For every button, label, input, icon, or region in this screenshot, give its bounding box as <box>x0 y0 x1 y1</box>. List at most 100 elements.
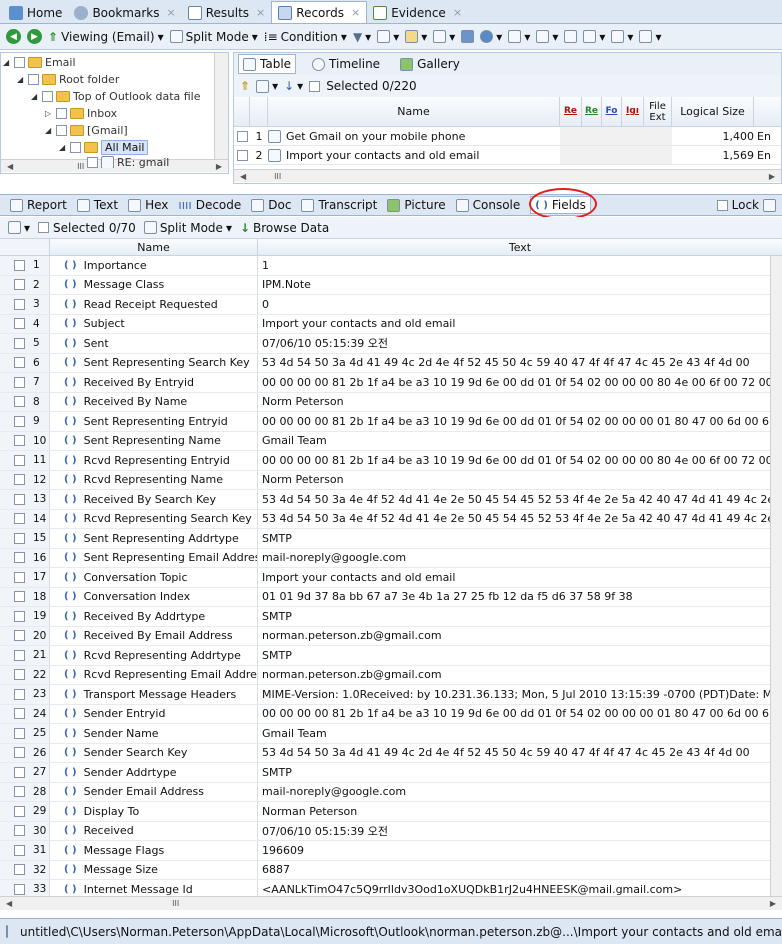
close-icon[interactable]: × <box>256 6 265 19</box>
tree-item-inbox[interactable]: ▷ Inbox <box>1 105 214 122</box>
header-name[interactable]: Name <box>268 97 560 126</box>
row-checkbox[interactable] <box>14 396 25 408</box>
row-checkbox[interactable] <box>14 376 25 388</box>
field-row[interactable]: 14 ( ) Rcvd Representing Search Key 53 4d 5… <box>0 509 770 529</box>
tree-item-email[interactable]: ◢ Email <box>1 54 214 71</box>
row-checkbox[interactable] <box>14 805 25 817</box>
field-row[interactable]: 15 ( ) Sent Representing Addrtype SMTP <box>0 529 770 549</box>
row-checkbox[interactable] <box>14 474 25 486</box>
row-checkbox[interactable] <box>236 149 248 161</box>
tree-button[interactable]: ▾ <box>508 30 530 44</box>
lock-checkbox[interactable] <box>716 199 728 211</box>
export-button[interactable]: ▾ <box>405 30 427 44</box>
header-field-name[interactable]: Name <box>50 239 258 255</box>
select-all-checkbox[interactable] <box>309 80 321 92</box>
sort-button[interactable]: ↓ ▾ <box>284 79 303 93</box>
field-row[interactable]: 22 ( ) Rcvd Representing Email Address norm… <box>0 665 770 685</box>
table-row[interactable]: 2 Import your contacts and old email 1,5… <box>234 146 781 165</box>
tree-item-gmail[interactable]: ◢ [Gmail] <box>1 122 214 139</box>
filter-button[interactable]: ▼ ▾ <box>353 30 371 44</box>
header-field-text[interactable]: Text <box>258 239 782 255</box>
row-checkbox[interactable] <box>14 454 25 466</box>
tab-results[interactable]: Results × <box>182 2 272 23</box>
row-checkbox[interactable] <box>14 649 25 661</box>
row-checkbox[interactable] <box>14 591 25 603</box>
row-checkbox[interactable] <box>236 130 248 142</box>
row-checkbox[interactable] <box>14 513 25 525</box>
row-checkbox[interactable] <box>14 864 25 876</box>
tree-item-top-of-outlook[interactable]: ◢ Top of Outlook data file <box>1 88 214 105</box>
row-checkbox[interactable] <box>14 435 25 447</box>
field-row[interactable]: 8 ( ) Received By Name Norm Peterson <box>0 392 770 412</box>
row-checkbox[interactable] <box>14 688 25 700</box>
tree-checkbox[interactable] <box>87 156 98 168</box>
split-mode-dropdown[interactable]: Split Mode ▾ <box>169 30 258 44</box>
field-row[interactable]: 27 ( ) Sender Addrtype SMTP <box>0 763 770 783</box>
field-row[interactable]: 30 ( ) Received 07/06/10 05:15:39 오전 <box>0 821 770 841</box>
browse-data-button[interactable]: ↓ Browse Data <box>240 221 329 235</box>
chart-button[interactable]: ▾ <box>611 30 633 44</box>
field-row[interactable]: 5 ( ) Sent 07/06/10 05:15:39 오전 <box>0 334 770 354</box>
row-checkbox[interactable] <box>14 571 25 583</box>
field-row[interactable]: 12 ( ) Rcvd Representing Name Norm Peterson <box>0 470 770 490</box>
tab-decode[interactable]: ıııı Decode <box>178 198 241 212</box>
row-checkbox[interactable] <box>14 844 25 856</box>
tree-checkbox[interactable] <box>14 57 25 68</box>
tab-hex[interactable]: Hex <box>128 198 168 212</box>
tab-text[interactable]: Text <box>76 198 118 212</box>
field-row[interactable]: 6 ( ) Sent Representing Search Key 53 4d 54… <box>0 353 770 373</box>
tree-checkbox[interactable] <box>56 108 67 119</box>
lock-toggle[interactable]: Lock <box>716 198 782 212</box>
row-checkbox[interactable] <box>14 298 25 310</box>
field-row[interactable]: 31 ( ) Message Flags 196609 <box>0 841 770 861</box>
tree-checkbox[interactable] <box>56 125 67 136</box>
field-row[interactable]: 17 ( ) Conversation Topic Import your conta… <box>0 568 770 588</box>
header-re1[interactable]: Re <box>560 97 582 126</box>
tab-picture[interactable]: Picture <box>387 198 446 212</box>
tree-checkbox[interactable] <box>28 74 39 85</box>
row-checkbox[interactable] <box>14 727 25 739</box>
report-button[interactable]: ▾ <box>583 30 605 44</box>
tree-vertical-scrollbar[interactable] <box>214 53 228 159</box>
header-file-ext[interactable]: File Ext <box>644 97 672 126</box>
pin-icon[interactable] <box>763 198 776 212</box>
tab-transcript[interactable]: Transcript <box>301 198 377 212</box>
field-row[interactable]: 24 ( ) Sender Entryid 00 00 00 00 81 2b 1f … <box>0 704 770 724</box>
tab-console[interactable]: Console <box>455 198 520 212</box>
save-button[interactable] <box>461 30 475 43</box>
row-checkbox[interactable] <box>14 747 25 759</box>
viewing-dropdown[interactable]: ⇑ Viewing (Email) ▾ <box>48 30 164 44</box>
field-row[interactable]: 33 ( ) Internet Message Id <AANLkTimO47c5Q9… <box>0 880 770 896</box>
back-icon[interactable]: ◀ <box>6 29 21 44</box>
tree-item-re-gmail[interactable]: RE: gmail <box>1 156 214 168</box>
tab-home[interactable]: Home <box>3 2 68 23</box>
tab-timeline[interactable]: Timeline <box>308 55 384 73</box>
field-row[interactable]: 13 ( ) Received By Search Key 53 4d 54 50 3… <box>0 490 770 510</box>
fields-vertical-scrollbar[interactable] <box>770 256 782 896</box>
row-checkbox[interactable] <box>14 259 25 271</box>
tab-gallery[interactable]: Gallery <box>396 55 464 73</box>
tab-doc[interactable]: Doc <box>251 198 291 212</box>
row-checkbox[interactable] <box>14 669 25 681</box>
tree-item-all-mail[interactable]: ◢ All Mail <box>1 139 214 156</box>
row-checkbox[interactable] <box>14 415 25 427</box>
field-row[interactable]: 16 ( ) Sent Representing Email Address mail… <box>0 548 770 568</box>
field-row[interactable]: 1 ( ) Importance 1 <box>0 256 770 276</box>
field-row[interactable]: 28 ( ) Sender Email Address mail-noreply@go… <box>0 782 770 802</box>
row-checkbox[interactable] <box>14 318 25 330</box>
row-checkbox[interactable] <box>14 708 25 720</box>
label-button[interactable]: ▾ <box>433 30 455 44</box>
field-row[interactable]: 23 ( ) Transport Message Headers MIME-Versi… <box>0 685 770 705</box>
header-fo[interactable]: Fo <box>602 97 622 126</box>
tab-report[interactable]: Report <box>10 198 67 212</box>
settings-button[interactable]: ▾ <box>480 30 502 44</box>
field-row[interactable]: 2 ( ) Message Class IPM.Note <box>0 275 770 295</box>
row-checkbox[interactable] <box>14 610 25 622</box>
field-row[interactable]: 3 ( ) Read Receipt Requested 0 <box>0 295 770 315</box>
find-button[interactable] <box>564 30 578 43</box>
row-checkbox[interactable] <box>14 766 25 778</box>
field-row[interactable]: 26 ( ) Sender Search Key 53 4d 54 50 3a 4d … <box>0 743 770 763</box>
header-re2[interactable]: Re <box>582 97 602 126</box>
tab-bookmarks[interactable]: Bookmarks × <box>68 2 181 23</box>
field-row[interactable]: 20 ( ) Received By Email Address norman.pet… <box>0 626 770 646</box>
